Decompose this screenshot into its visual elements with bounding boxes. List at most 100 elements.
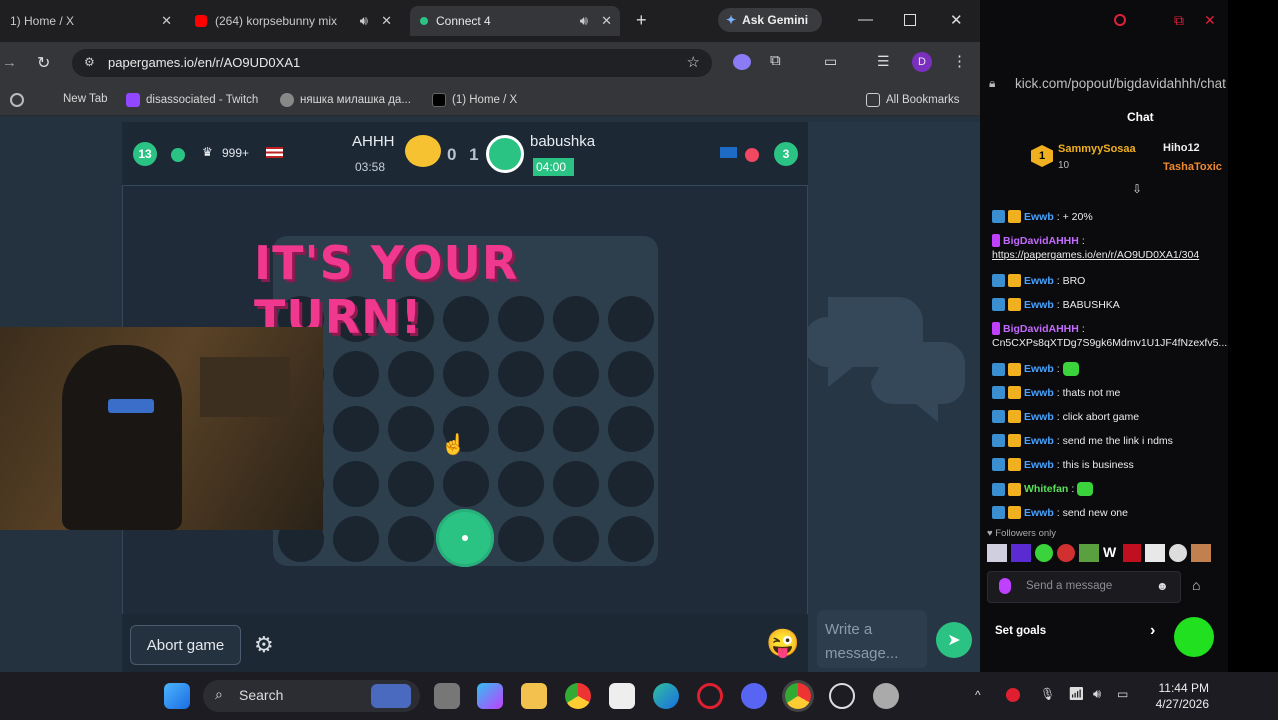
kick-send-input[interactable]: Send a message	[987, 571, 1181, 603]
volume-icon[interactable]: 🔊︎	[1093, 686, 1101, 702]
emote-icon[interactable]	[1079, 544, 1099, 562]
gifter-name[interactable]: TashaToxic	[1163, 161, 1222, 173]
clock-time[interactable]: 11:44 PM	[1157, 681, 1209, 695]
emote-icon[interactable]	[1145, 544, 1165, 562]
opera-icon[interactable]	[697, 683, 723, 709]
board-cell[interactable]	[388, 516, 434, 562]
microphone-icon[interactable]: 🎙︎	[1040, 687, 1055, 701]
cast-icon[interactable]: ▭	[824, 53, 837, 70]
chrome-active-icon[interactable]	[785, 683, 811, 709]
hover-piece[interactable]	[436, 509, 494, 567]
board-cell[interactable]	[553, 516, 599, 562]
store-icon[interactable]	[609, 683, 635, 709]
chat-username[interactable]: Ewwb	[1024, 363, 1054, 375]
gifter-name[interactable]: SammyySosaa	[1058, 143, 1136, 155]
board-cell[interactable]	[498, 516, 544, 562]
media-player-icon[interactable]	[829, 683, 855, 709]
bookmark-star-icon[interactable]: ☆	[687, 53, 700, 71]
chrome-icon[interactable]	[565, 683, 591, 709]
tab-x-home[interactable]: 1) Home / X ✕	[0, 6, 180, 36]
clock-date[interactable]: 4/27/2026	[1151, 697, 1209, 711]
emote-icon[interactable]	[1057, 544, 1075, 562]
board-cell[interactable]	[443, 351, 489, 397]
chat-username[interactable]: Ewwb	[1024, 299, 1054, 311]
tab-connect4[interactable]: Connect 4 🔊︎ ✕	[410, 6, 620, 36]
ask-gemini-button[interactable]: ✦ Ask Gemini	[718, 8, 822, 32]
site-info-icon[interactable]: ⚙	[84, 55, 95, 69]
close-icon[interactable]: ✕	[381, 13, 392, 29]
board-cell[interactable]	[333, 461, 379, 507]
chat-username[interactable]: Ewwb	[1024, 211, 1054, 223]
close-icon[interactable]: ✕	[601, 13, 612, 29]
chevron-right-icon[interactable]: ›	[1150, 622, 1155, 640]
settings-gear-icon[interactable]: ⚙	[254, 632, 274, 658]
board-cell[interactable]	[553, 406, 599, 452]
speaker-icon[interactable]: 🔊︎	[580, 13, 588, 29]
file-explorer-icon[interactable]	[521, 683, 547, 709]
chat-username[interactable]: Ewwb	[1024, 507, 1054, 519]
chat-username[interactable]: Ewwb	[1024, 435, 1054, 447]
abort-game-button[interactable]: Abort game	[130, 625, 241, 665]
all-bookmarks[interactable]: All Bookmarks	[866, 93, 960, 107]
board-cell[interactable]	[388, 461, 434, 507]
battery-icon[interactable]: ▭	[1117, 687, 1128, 701]
wifi-icon[interactable]: 📶︎	[1068, 686, 1085, 702]
tray-icon[interactable]	[1006, 688, 1020, 702]
board-cell[interactable]	[388, 351, 434, 397]
gifter-name[interactable]: Hiho12	[1163, 142, 1200, 154]
board-cell[interactable]	[388, 406, 434, 452]
board-cell[interactable]	[498, 461, 544, 507]
chat-username[interactable]: BigDavidAHHH	[1003, 235, 1079, 247]
tab-youtube[interactable]: (264) korpsebunny mix 🔊︎ ✕	[185, 6, 400, 36]
board-cell[interactable]	[333, 351, 379, 397]
chat-username[interactable]: Ewwb	[1024, 387, 1054, 399]
bookmark-twitch[interactable]: disassociated - Twitch	[126, 93, 258, 107]
store-icon[interactable]: ⌂	[1192, 577, 1200, 593]
extension-icon[interactable]	[733, 54, 751, 70]
expand-icon[interactable]: ⇩	[1132, 182, 1142, 196]
board-cell[interactable]	[333, 516, 379, 562]
puzzle-icon[interactable]: ⧉	[770, 52, 781, 69]
copilot-icon[interactable]	[477, 683, 503, 709]
media-icon[interactable]: ☰	[877, 53, 890, 70]
board-cell[interactable]	[553, 351, 599, 397]
chat-username[interactable]: Whitefan	[1024, 483, 1068, 495]
new-tab-button[interactable]: +	[636, 10, 647, 31]
chat-message-input[interactable]: Write a message...	[817, 610, 927, 668]
taskbar-search[interactable]: ⌕ Search	[203, 680, 420, 712]
board-cell[interactable]	[498, 351, 544, 397]
windows-start-icon[interactable]	[164, 683, 190, 709]
apps-icon[interactable]	[10, 93, 24, 107]
bookmark-russian[interactable]: няшка милашка да...	[280, 93, 411, 107]
send-icon[interactable]: ➤	[936, 622, 972, 658]
close-icon[interactable]: ✕	[1204, 12, 1216, 29]
emoji-picker-icon[interactable]: ☻	[1156, 579, 1169, 593]
emote-icon[interactable]	[1191, 544, 1211, 562]
board-cell[interactable]	[608, 461, 654, 507]
app-icon[interactable]	[873, 683, 899, 709]
board-cell[interactable]	[553, 461, 599, 507]
bookmark-new-tab[interactable]: New Tab	[63, 93, 108, 105]
emote-icon[interactable]: W	[1103, 544, 1119, 562]
chat-username[interactable]: Ewwb	[1024, 275, 1054, 287]
record-icon[interactable]	[1114, 14, 1126, 26]
emote-icon[interactable]	[1011, 544, 1031, 562]
emote-icon[interactable]	[1169, 544, 1187, 562]
mic-icon[interactable]	[999, 578, 1011, 594]
task-view-icon[interactable]	[434, 683, 460, 709]
close-window-button[interactable]: ✕	[950, 11, 963, 29]
board-cell[interactable]	[333, 406, 379, 452]
minimize-button[interactable]: —	[858, 11, 873, 28]
menu-icon[interactable]: ⋮	[952, 52, 967, 70]
chevron-up-icon[interactable]: ^	[975, 688, 981, 702]
emote-icon[interactable]	[1035, 544, 1053, 562]
speaker-icon[interactable]: 🔊︎	[360, 13, 368, 29]
close-icon[interactable]: ✕	[161, 13, 172, 29]
reload-icon[interactable]: ↻	[37, 53, 50, 73]
set-goals-button[interactable]: Set goals	[982, 614, 1168, 652]
popout-icon[interactable]: ⧉	[1174, 12, 1184, 29]
board-cell[interactable]	[443, 461, 489, 507]
kick-support-icon[interactable]	[1174, 617, 1214, 657]
bookmark-x-home[interactable]: (1) Home / X	[432, 93, 517, 107]
address-bar[interactable]: ⚙ papergames.io/en/r/AO9UD0XA1 ☆	[72, 49, 712, 77]
